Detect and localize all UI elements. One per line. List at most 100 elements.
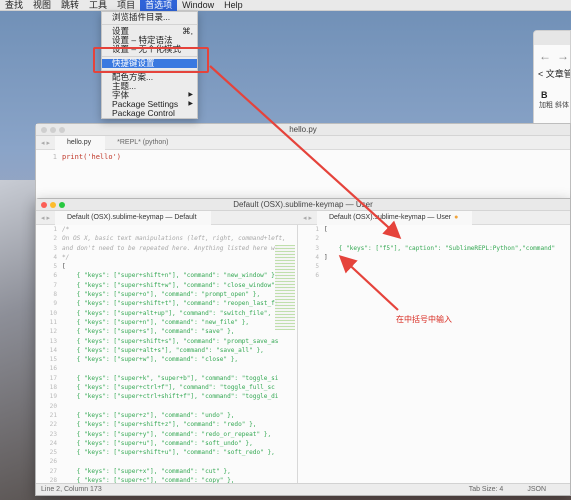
menu-view[interactable]: 视图 — [28, 0, 56, 11]
default-keymap-pane[interactable]: 1 2 3 4 5 6 7 8 9 10 11 12 13 14 15 16 17 18 19 20 21 22 23 24 2… — [36, 225, 298, 483]
tab-keymap-user[interactable]: Default (OSX).sublime-keymap — User ● — [316, 210, 473, 225]
back-arrow-icon[interactable]: ← — [539, 49, 551, 63]
code-line: { "keys": ["super+c"], "command": "copy"… — [62, 477, 235, 483]
code-lines: [ { "keys": ["f5"], "caption": "SublimeR… — [324, 225, 555, 483]
line-number: 2 — [53, 235, 57, 243]
line-number: 21 — [49, 411, 57, 419]
editor-area[interactable]: 1 print('hello') — [36, 150, 570, 199]
line-number: 28 — [49, 477, 57, 483]
syntax-mode[interactable]: JSON — [527, 486, 570, 493]
menu-tools[interactable]: 工具 — [84, 0, 112, 11]
zoom-icon[interactable] — [59, 202, 65, 208]
submenu-arrow-icon: ▶ — [188, 101, 193, 107]
user-keymap-pane[interactable]: 1 234 56 [ { "keys": ["f5"], "caption": "S… — [298, 225, 570, 483]
code-line: [ — [62, 263, 66, 271]
line-gutter: 1 2 3 4 5 6 7 8 9 10 11 12 13 14 15 16 17 18 19 20 21 22 23 24 2… — [36, 225, 62, 483]
tab-nav-icon[interactable]: ◂ ▸ — [298, 214, 317, 222]
code-line: { "keys": ["super+shift+z"], "command": … — [62, 421, 257, 429]
line-number: 12 — [49, 328, 57, 336]
close-icon[interactable] — [41, 127, 47, 133]
status-bar: Line 2, Column 173 Tab Size: 4 JSON — [36, 483, 570, 495]
menu-window[interactable]: Window — [177, 0, 219, 11]
code-line: { "keys": ["super+u"], "command": "soft_… — [62, 439, 253, 447]
tab-size[interactable]: Tab Size: 4 — [469, 486, 528, 493]
browser-nav: ← → — [534, 45, 570, 67]
code-line: { "keys": ["super+x"], "command": "cut" … — [62, 467, 231, 475]
line-number: 18 — [49, 384, 57, 392]
line-number: 20 — [49, 402, 57, 410]
line-number: 4 — [315, 253, 319, 261]
line-number: 7 — [53, 281, 57, 289]
menu-bar: 查找 视图 跳转 工具 项目 首选项 Window Help — [0, 0, 571, 11]
line-number: 25 — [49, 449, 57, 457]
code-line: { "keys": ["super+ctrl+shift+f"], "comma… — [62, 393, 279, 401]
submenu-arrow-icon: ▶ — [188, 92, 193, 98]
zoom-icon[interactable] — [59, 127, 65, 133]
menu-help[interactable]: Help — [219, 0, 248, 11]
annotation-label: 在中括号中输入 — [396, 315, 452, 324]
line-number: 9 — [53, 300, 57, 308]
code-line: { "keys": ["super+z"], "command": "undo"… — [62, 411, 235, 419]
line-number: 16 — [49, 365, 57, 373]
keymap-window: Default (OSX).sublime-keymap — User ◂ ▸ … — [35, 198, 571, 496]
cursor-position: Line 2, Column 173 — [41, 486, 102, 493]
code-line: { "keys": ["super+alt+up"], "command": "… — [62, 309, 272, 317]
minimize-icon[interactable] — [50, 202, 56, 208]
minimize-icon[interactable] — [50, 127, 56, 133]
menu-preferences[interactable]: 首选项 — [140, 0, 178, 11]
line-number: 23 — [49, 430, 57, 438]
line-number: 3 — [53, 244, 57, 252]
menu-item-package-control[interactable]: Package Control — [102, 109, 197, 118]
close-icon[interactable] — [41, 202, 47, 208]
menu-find[interactable]: 查找 — [0, 0, 28, 11]
line-number: 24 — [49, 439, 57, 447]
menu-goto[interactable]: 跳转 — [56, 0, 84, 11]
forward-arrow-icon[interactable]: → — [557, 49, 569, 63]
code-line: { "keys": ["super+shift+n"], "command": … — [62, 272, 279, 280]
editor-area[interactable]: 1 234 56 [ { "keys": ["f5"], "caption": "S… — [298, 225, 570, 483]
editor-panes: 1 2 3 4 5 6 7 8 9 10 11 12 13 14 15 16 17 18 19 20 21 22 23 24 2… — [36, 225, 570, 483]
line-number: 5 — [53, 263, 57, 271]
browser-tabbar — [534, 31, 570, 45]
code-line: print('hello') — [62, 153, 122, 161]
code-line: and don't need to be repeated here. Anyt… — [62, 244, 279, 252]
tab-nav-icon[interactable]: ◂ ▸ — [36, 139, 55, 147]
bold-label: 加粗 斜体 — [539, 102, 569, 109]
code-line: { "keys": ["super+k", "super+b"], "comma… — [62, 374, 279, 382]
window-controls — [41, 202, 65, 208]
highlight-box — [93, 47, 209, 73]
article-title[interactable]: < 文章管 — [534, 67, 570, 80]
line-number: 1 — [315, 226, 319, 233]
code-line: { "keys": ["super+n"], "command": "new_f… — [62, 318, 250, 326]
bold-button[interactable]: B — [534, 90, 570, 100]
code-lines: /* On OS X, basic text manipulations (lef… — [62, 225, 286, 483]
minimap[interactable] — [275, 245, 295, 330]
code-line: */ — [62, 253, 70, 261]
tab-nav-icon[interactable]: ◂ ▸ — [36, 214, 55, 222]
editor-area[interactable]: 1 2 3 4 5 6 7 8 9 10 11 12 13 14 15 16 17 18 19 20 21 22 23 24 2… — [36, 225, 297, 483]
code-line: { "keys": ["super+ctrl+f"], "command": "… — [62, 384, 275, 392]
code-line: ] — [324, 253, 328, 261]
tab-hello-py[interactable]: hello.py — [54, 135, 106, 150]
line-number: 6 — [53, 272, 57, 280]
line-number: 1 — [52, 153, 57, 161]
code-line: { "keys": ["super+s"], "command": "save"… — [62, 328, 235, 336]
menu-item-browse-packages[interactable]: 浏览插件目录... — [102, 13, 197, 22]
line-number: 11 — [49, 318, 57, 326]
code-line: { "keys": ["super+o"], "command": "promp… — [62, 291, 261, 299]
tab-bar: ◂ ▸ hello.py *REPL* (python) — [36, 135, 570, 150]
tab-repl-python[interactable]: *REPL* (python) — [105, 136, 182, 150]
code-line: { "keys": ["super+y"], "command": "redo_… — [62, 430, 272, 438]
line-number: 13 — [49, 337, 57, 345]
code-line: [ — [324, 226, 328, 233]
line-number: 3 — [315, 244, 319, 252]
menu-project[interactable]: 项目 — [112, 0, 140, 11]
tab-keymap-default[interactable]: Default (OSX).sublime-keymap — Default — [54, 210, 211, 225]
tab-bar: ◂ ▸ Default (OSX).sublime-keymap — Defau… — [36, 210, 570, 225]
code-line: { "keys": ["super+shift+u"], "command": … — [62, 449, 275, 457]
code-line: { "keys": ["f5"], "caption": "SublimeREP… — [324, 244, 556, 252]
